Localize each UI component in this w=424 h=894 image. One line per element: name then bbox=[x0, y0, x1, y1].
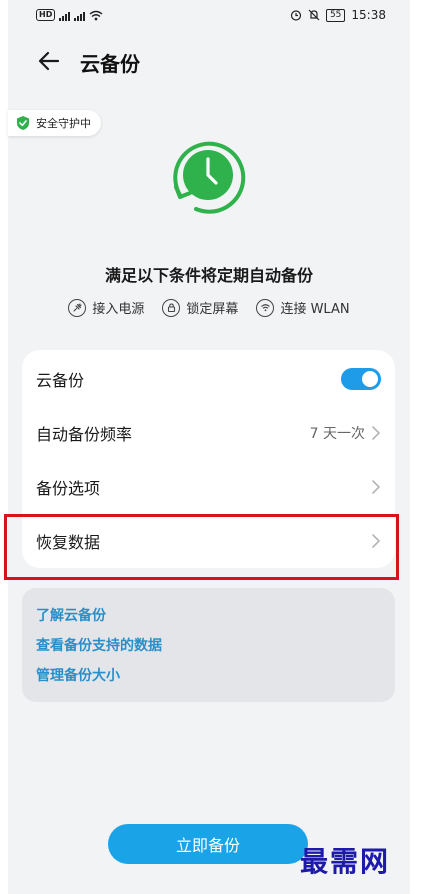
help-links-card: 了解云备份 查看备份支持的数据 管理备份大小 bbox=[22, 588, 395, 702]
wifi-icon bbox=[256, 298, 275, 317]
backup-options-label: 备份选项 bbox=[36, 479, 101, 498]
cloud-backup-row[interactable]: 云备份 bbox=[22, 352, 395, 406]
backup-frequency-label: 自动备份频率 bbox=[36, 425, 133, 444]
condition-lock: 锁定屏幕 bbox=[162, 298, 238, 317]
wifi-status-icon bbox=[89, 10, 103, 20]
cloud-backup-label: 云备份 bbox=[36, 371, 85, 390]
security-badge-label: 安全守护中 bbox=[36, 117, 91, 130]
battery-indicator: 55 bbox=[325, 8, 346, 22]
supported-data-link[interactable]: 查看备份支持的数据 bbox=[36, 636, 381, 666]
signal-icon bbox=[74, 10, 86, 21]
condition-wlan: 连接 WLAN bbox=[256, 298, 350, 317]
manage-backup-size-link[interactable]: 管理备份大小 bbox=[36, 666, 381, 696]
status-left: HD bbox=[36, 9, 103, 21]
backup-frequency-row[interactable]: 自动备份频率 7 天一次 bbox=[22, 406, 395, 460]
status-right: 55 15:38 bbox=[290, 8, 386, 22]
mute-icon bbox=[308, 9, 320, 21]
hd-badge: HD bbox=[36, 9, 56, 21]
conditions-title: 满足以下条件将定期自动备份 bbox=[104, 266, 313, 285]
screen: HD 55 15:38 云备份 安全守护中 满足以下条件将定期自动备份 接入电源… bbox=[8, 0, 410, 894]
clock-time: 15:38 bbox=[351, 8, 386, 22]
back-arrow-icon[interactable] bbox=[36, 48, 62, 74]
cloud-backup-toggle[interactable] bbox=[341, 368, 381, 390]
security-badge[interactable]: 安全守护中 bbox=[8, 110, 101, 136]
plug-icon bbox=[68, 298, 87, 317]
condition-label: 连接 WLAN bbox=[280, 302, 350, 317]
backup-clock-icon bbox=[173, 141, 246, 214]
condition-label: 锁定屏幕 bbox=[186, 302, 239, 317]
learn-cloud-backup-link[interactable]: 了解云备份 bbox=[36, 606, 381, 636]
conditions-list: 接入电源 锁定屏幕 连接 WLAN bbox=[8, 298, 410, 317]
signal-icon bbox=[59, 10, 71, 21]
condition-power: 接入电源 bbox=[68, 298, 144, 317]
condition-label: 接入电源 bbox=[92, 302, 145, 317]
highlight-box bbox=[4, 514, 399, 580]
backup-now-button[interactable]: 立即备份 bbox=[108, 824, 308, 864]
alarm-icon bbox=[290, 10, 302, 21]
chevron-right-icon bbox=[372, 426, 380, 440]
chevron-right-icon bbox=[372, 480, 380, 494]
status-bar: HD 55 15:38 bbox=[8, 0, 410, 32]
page-title: 云备份 bbox=[80, 52, 140, 76]
shield-check-icon bbox=[17, 116, 29, 130]
backup-frequency-value: 7 天一次 bbox=[309, 426, 365, 442]
lock-icon bbox=[162, 298, 181, 317]
backup-options-row[interactable]: 备份选项 bbox=[22, 460, 395, 514]
watermark: 最需网 bbox=[300, 845, 391, 878]
